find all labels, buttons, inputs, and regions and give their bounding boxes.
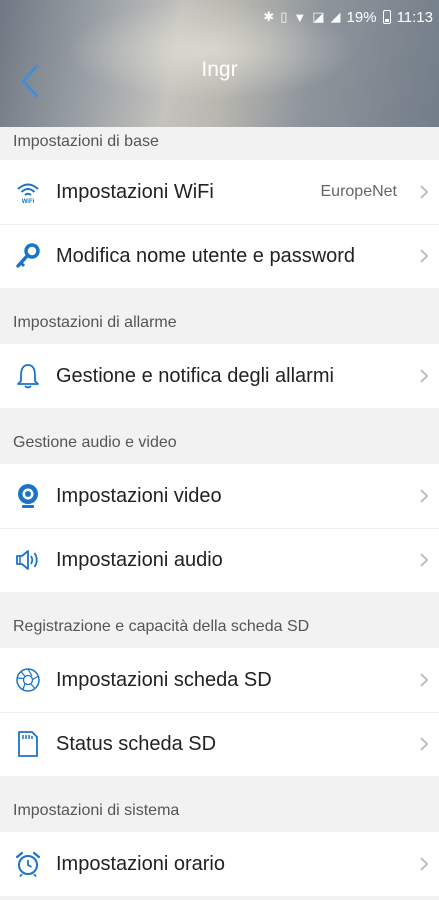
chevron-right-icon bbox=[420, 369, 429, 383]
audio-settings-label: Impostazioni audio bbox=[56, 548, 223, 571]
section-header-audio-video: Gestione audio e video bbox=[0, 408, 439, 464]
wifi-icon: ▼ bbox=[293, 9, 307, 25]
webcam-icon bbox=[18, 484, 38, 508]
sd-card-settings-row[interactable]: Impostazioni scheda SD bbox=[0, 648, 439, 712]
svg-text:WiFi: WiFi bbox=[22, 199, 35, 205]
section-header-alarm: Impostazioni di allarme bbox=[0, 288, 439, 344]
audio-settings-row[interactable]: Impostazioni audio bbox=[0, 528, 439, 592]
chevron-right-icon bbox=[420, 489, 429, 503]
wifi-settings-label: Impostazioni WiFi bbox=[56, 180, 214, 203]
clock: 11:13 bbox=[396, 8, 433, 26]
username-password-row[interactable]: Modifica nome utente e password bbox=[0, 224, 439, 288]
chevron-right-icon bbox=[420, 249, 429, 263]
status-bar: ✱ ▯ ▼ ◪ ◢ 19% 11:13 bbox=[263, 6, 433, 28]
wifi-settings-row[interactable]: WiFi Impostazioni WiFi EuropeNet bbox=[0, 160, 439, 224]
section-header-sd-card: Registrazione e capacità della scheda SD bbox=[0, 592, 439, 648]
sd-card-status-row[interactable]: Status scheda SD bbox=[0, 712, 439, 776]
page-title: Ingr bbox=[201, 58, 238, 81]
app-header: ✱ ▯ ▼ ◪ ◢ 19% 11:13 Ingr bbox=[0, 0, 439, 127]
sd-card-status-label: Status scheda SD bbox=[56, 732, 217, 755]
chevron-right-icon bbox=[420, 737, 429, 751]
signal-icon: ◢ bbox=[330, 9, 341, 24]
video-settings-label: Impostazioni video bbox=[56, 484, 222, 507]
no-sim-icon: ◪ bbox=[312, 9, 325, 24]
bell-icon bbox=[17, 364, 39, 389]
battery-icon bbox=[382, 10, 391, 24]
username-password-label: Modifica nome utente e password bbox=[56, 244, 356, 267]
time-settings-label: Impostazioni orario bbox=[56, 852, 225, 875]
wifi-icon: WiFi bbox=[17, 183, 39, 205]
time-settings-row[interactable]: Impostazioni orario bbox=[0, 832, 439, 896]
sd-card-settings-label: Impostazioni scheda SD bbox=[56, 668, 272, 691]
section-header-basic: Impostazioni di base bbox=[0, 127, 439, 160]
sd-card-icon bbox=[18, 731, 38, 757]
alarm-management-row[interactable]: Gestione e notifica degli allarmi bbox=[0, 344, 439, 408]
vibrate-icon: ▯ bbox=[280, 9, 288, 24]
section-header-system: Impostazioni di sistema bbox=[0, 776, 439, 832]
alarm-clock-icon bbox=[15, 851, 41, 878]
battery-percent: 19% bbox=[346, 8, 377, 26]
bluetooth-icon: ✱ bbox=[263, 9, 275, 24]
key-icon bbox=[16, 243, 40, 268]
wifi-network-value: EuropeNet bbox=[320, 183, 398, 200]
aperture-icon bbox=[16, 668, 40, 692]
chevron-right-icon bbox=[420, 857, 429, 871]
speaker-icon bbox=[16, 550, 38, 570]
chevron-right-icon bbox=[420, 185, 429, 199]
chevron-right-icon bbox=[420, 673, 429, 687]
alarm-management-label: Gestione e notifica degli allarmi bbox=[56, 364, 334, 387]
chevron-right-icon bbox=[420, 553, 429, 567]
video-settings-row[interactable]: Impostazioni video bbox=[0, 464, 439, 528]
settings-list: Impostazioni di base WiFi Impostazioni W… bbox=[0, 127, 439, 896]
